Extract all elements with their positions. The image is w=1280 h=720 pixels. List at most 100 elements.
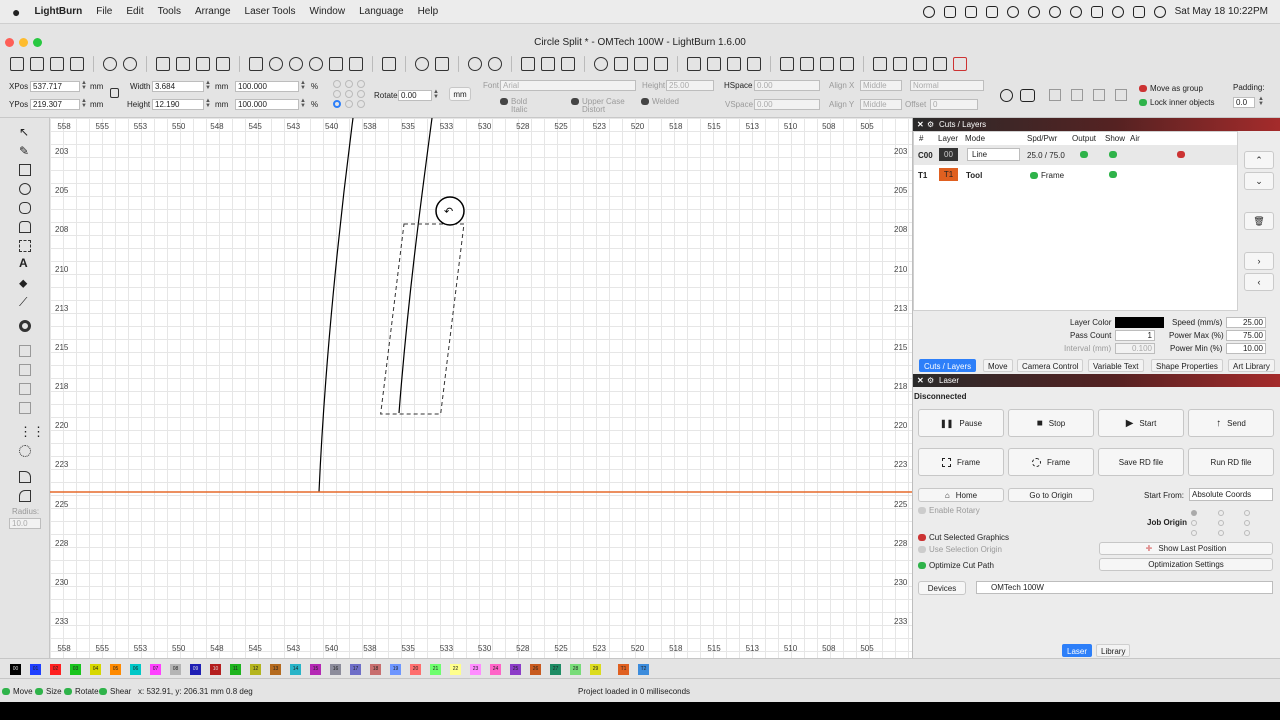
show-toggle[interactable] [1109, 151, 1117, 159]
run-rd-button[interactable]: Run RD file [1188, 448, 1274, 476]
anchor-mc-radio[interactable] [345, 90, 353, 98]
width-percent-spinner[interactable]: ▲ ▼ [300, 80, 306, 92]
frame-rect-button[interactable]: Frame [918, 448, 1004, 476]
shear-toggle[interactable]: Shear [110, 687, 131, 696]
crop-tool-icon[interactable] [19, 240, 31, 252]
palette-swatch[interactable]: 29 [590, 664, 601, 675]
menu-app[interactable]: LightBurn [34, 6, 82, 17]
edit-nodes-icon[interactable]: ✎ [19, 145, 31, 157]
machine-settings-icon[interactable] [468, 57, 482, 71]
camera-settings-icon[interactable] [1020, 89, 1035, 102]
rotate-toggle[interactable]: Rotate [75, 687, 99, 696]
float-laser-panel-icon[interactable]: ⚙ [927, 374, 934, 387]
height-percent-spinner[interactable]: ▲ ▼ [300, 98, 306, 110]
rotate-input[interactable]: 0.00 [398, 90, 432, 101]
palette-swatch[interactable]: 09 [190, 664, 201, 675]
tab-variable-text[interactable]: Variable Text [1088, 359, 1144, 372]
weld-tool-icon[interactable] [19, 345, 31, 357]
siri-icon[interactable] [1153, 5, 1166, 18]
palette-swatch[interactable]: 16 [330, 664, 341, 675]
italic-checkbox[interactable]: Italic [511, 105, 527, 114]
palette-swatch[interactable]: 12 [250, 664, 261, 675]
rectangle-tool-icon[interactable] [19, 164, 31, 176]
tab-art-library[interactable]: Art Library [1228, 359, 1275, 372]
distribute-h-icon[interactable] [780, 57, 794, 71]
devices-button[interactable]: Devices [918, 581, 966, 595]
corner-tool-icon[interactable] [19, 471, 31, 483]
layer-color-swatch[interactable] [1115, 317, 1164, 328]
unit-toggle-button[interactable]: mm [449, 87, 471, 101]
align-middle-icon[interactable] [707, 57, 721, 71]
position-laser-icon[interactable]: ⬥ [19, 277, 31, 289]
tools-icon[interactable] [435, 57, 449, 71]
job-origin-tr-radio[interactable] [1244, 510, 1250, 516]
copy-icon[interactable] [176, 57, 190, 71]
palette-swatch[interactable]: 07 [150, 664, 161, 675]
rotate-tool-icon[interactable] [1000, 89, 1013, 102]
circle-arc-outer[interactable] [318, 118, 354, 493]
user-icon[interactable] [1048, 5, 1061, 18]
align-v-icon[interactable] [1071, 89, 1083, 101]
export-icon[interactable] [123, 57, 137, 71]
anchor-mr-radio[interactable] [357, 90, 365, 98]
menu-language[interactable]: Language [359, 6, 404, 17]
wifi-icon[interactable] [1069, 5, 1082, 18]
new-file-icon[interactable] [10, 57, 24, 71]
pass-count-input[interactable]: 1 [1115, 330, 1155, 341]
output-toggle[interactable] [1080, 151, 1088, 159]
monitor-icon[interactable] [382, 57, 396, 71]
pan-icon[interactable] [249, 57, 263, 71]
height-spinner[interactable]: ▲ ▼ [205, 98, 211, 110]
frame-circle-button[interactable]: Frame [1008, 448, 1094, 476]
search-icon[interactable] [1111, 5, 1124, 18]
menu-edit[interactable]: Edit [126, 6, 143, 17]
palette-swatch[interactable]: 27 [550, 664, 561, 675]
close-laser-panel-icon[interactable]: ✕ [917, 374, 924, 387]
save-rd-button[interactable]: Save RD file [1098, 448, 1184, 476]
grid-array-icon[interactable]: ⋮⋮ [19, 425, 45, 438]
air-toggle[interactable] [1177, 151, 1185, 159]
globe-icon[interactable] [1006, 5, 1019, 18]
workspace-canvas[interactable]: 558 555 553 550 548 545 543 540 538 535 533 530 528 5… [50, 118, 912, 658]
control-center-icon[interactable] [1132, 5, 1145, 18]
move-layer-down-button[interactable]: ⌄ [1244, 172, 1274, 190]
anchor-br-radio[interactable] [357, 100, 365, 108]
expand-right-button[interactable]: › [1244, 252, 1274, 270]
move-top-left-icon[interactable] [873, 57, 887, 71]
menu-window[interactable]: Window [310, 6, 346, 17]
palette-swatch[interactable]: 03 [70, 664, 81, 675]
job-origin-ml-radio[interactable] [1191, 520, 1197, 526]
delete-layer-button[interactable]: 🗑 [1244, 212, 1274, 230]
height-input[interactable]: 12.190 [152, 99, 204, 110]
palette-swatch[interactable]: 17 [350, 664, 361, 675]
pen-tool-icon[interactable] [19, 221, 31, 233]
job-origin-bl-radio[interactable] [1191, 530, 1197, 536]
palette-swatch[interactable]: 02 [50, 664, 61, 675]
palette-swatch[interactable]: 22 [450, 664, 461, 675]
tab-library[interactable]: Library [1096, 644, 1131, 657]
import-icon[interactable] [103, 57, 117, 71]
start-from-select[interactable]: Absolute Coords [1189, 488, 1273, 501]
clock[interactable]: Sat May 18 10:22PM [1175, 6, 1268, 17]
font-select[interactable]: Arial [500, 80, 636, 91]
job-origin-mc-radio[interactable] [1218, 520, 1224, 526]
job-origin-br-radio[interactable] [1244, 530, 1250, 536]
padding-input[interactable]: 0.0 [1233, 97, 1255, 108]
hspace-input[interactable]: 0.00 [754, 80, 820, 91]
anchor-tl-radio[interactable] [333, 80, 341, 88]
distort-checkbox[interactable]: Distort [582, 105, 605, 114]
anchor-ml-radio[interactable] [333, 90, 341, 98]
palette-swatch[interactable]: 06 [130, 664, 141, 675]
width-percent-input[interactable]: 100.000 [235, 81, 299, 92]
align-h-icon[interactable] [1049, 89, 1061, 101]
palette-swatch[interactable]: 05 [110, 664, 121, 675]
boolean-subtract-icon[interactable] [19, 383, 31, 395]
play-icon[interactable] [521, 57, 535, 71]
palette-swatch[interactable]: 21 [430, 664, 441, 675]
palette-swatch[interactable]: 10 [210, 664, 221, 675]
menu-tools[interactable]: Tools [158, 6, 181, 17]
palette-swatch[interactable]: 08 [170, 664, 181, 675]
optimize-cut-path-checkbox[interactable]: Optimize Cut Path [929, 561, 994, 570]
xpos-input[interactable]: 537.717 [30, 81, 80, 92]
go-to-origin-button[interactable]: Go to Origin [1008, 488, 1094, 502]
